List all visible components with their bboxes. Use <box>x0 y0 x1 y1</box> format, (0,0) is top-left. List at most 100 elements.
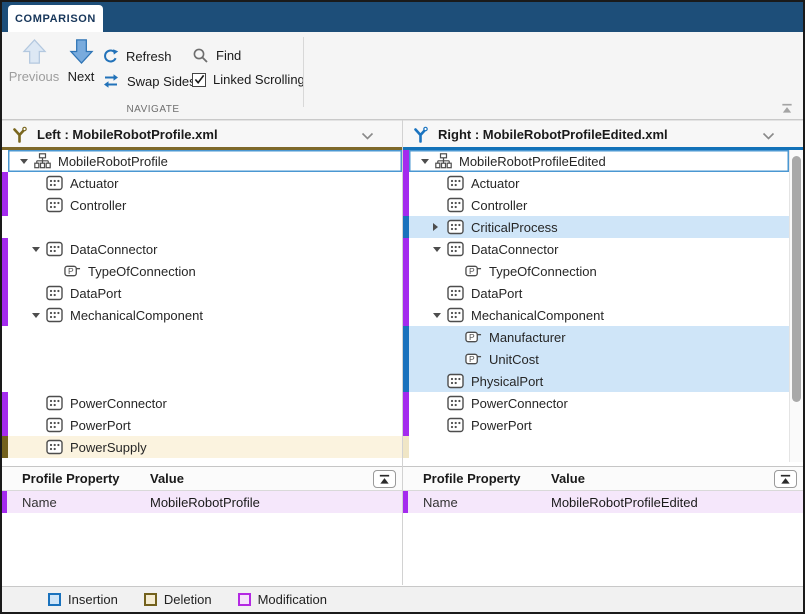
expander-icon[interactable] <box>421 154 435 168</box>
stereotype-icon <box>46 395 63 411</box>
tree-gap-row-deletion <box>409 436 789 458</box>
chevron-down-icon[interactable] <box>762 132 775 140</box>
toolbar-collapse-icon[interactable] <box>779 102 795 115</box>
tree-item[interactable]: Actuator <box>8 172 402 194</box>
tree-item-label: DataConnector <box>70 242 157 257</box>
tree-item-label: PowerPort <box>471 418 532 433</box>
tree-item-deleted[interactable]: PowerSupply <box>8 436 402 458</box>
tree-item[interactable]: DataConnector <box>409 238 789 260</box>
tree-item[interactable]: TypeOfConnection <box>8 260 402 282</box>
left-file-header[interactable]: Left : MobileRobotProfile.xml <box>2 120 402 150</box>
tree-item-inserted[interactable]: CriticalProcess <box>409 216 789 238</box>
tree-item[interactable]: PowerConnector <box>409 392 789 414</box>
legend-modification-label: Modification <box>258 592 327 607</box>
property-name-cell: Name <box>403 495 551 510</box>
arrow-down-icon <box>68 38 95 65</box>
tree-item-label: Manufacturer <box>489 330 566 345</box>
tree-item[interactable]: MechanicalComponent <box>8 304 402 326</box>
right-property-table: Profile Property Value Name MobileRobotP… <box>403 466 803 585</box>
expander-icon[interactable] <box>32 308 46 322</box>
checkbox-checked-icon[interactable] <box>192 73 206 87</box>
column-header-value: Value <box>551 471 585 486</box>
expander-icon[interactable] <box>20 154 34 168</box>
tree-item[interactable]: DataPort <box>409 282 789 304</box>
tree-item[interactable]: PowerPort <box>8 414 402 436</box>
swap-sides-label: Swap Sides <box>127 74 196 89</box>
tree-item[interactable]: MechanicalComponent <box>409 304 789 326</box>
tree-item[interactable]: DataConnector <box>8 238 402 260</box>
modification-swatch-icon <box>238 593 251 606</box>
tree-item-inserted[interactable]: Manufacturer <box>409 326 789 348</box>
tree-item-label: PowerConnector <box>70 396 167 411</box>
tree-gap-row <box>8 370 402 392</box>
stereotype-icon <box>46 241 63 257</box>
legend-insertion: Insertion <box>48 592 118 607</box>
tree-item[interactable]: PowerConnector <box>8 392 402 414</box>
column-header-property: Profile Property <box>2 471 150 486</box>
collapse-table-button[interactable] <box>373 470 396 488</box>
swap-icon <box>102 73 120 89</box>
tree-item-label: PowerSupply <box>70 440 147 455</box>
expander-icon[interactable] <box>433 242 447 256</box>
tree-item-label: PowerPort <box>70 418 131 433</box>
column-header-value: Value <box>150 471 184 486</box>
find-button[interactable]: Find <box>192 47 241 64</box>
deletion-swatch-icon <box>144 593 157 606</box>
tree-item-label: MobileRobotProfileEdited <box>459 154 606 169</box>
expander-icon[interactable] <box>433 220 447 234</box>
chevron-down-icon[interactable] <box>361 132 374 140</box>
property-icon <box>64 263 81 279</box>
tree-item[interactable]: Controller <box>409 194 789 216</box>
tree-item[interactable]: Actuator <box>409 172 789 194</box>
table-header: Profile Property Value <box>2 466 402 491</box>
tree-gap-row <box>8 326 402 348</box>
expander-icon[interactable] <box>32 242 46 256</box>
title-tab-strip: COMPARISON <box>2 2 803 32</box>
tree-item[interactable]: DataPort <box>8 282 402 304</box>
tree-item-label: CriticalProcess <box>471 220 558 235</box>
legend-bar: Insertion Deletion Modification <box>2 586 803 612</box>
tree-item[interactable]: TypeOfConnection <box>409 260 789 282</box>
navigate-group-label: NAVIGATE <box>2 104 304 115</box>
tab-comparison[interactable]: COMPARISON <box>8 5 103 32</box>
tree-item-root[interactable]: MobileRobotProfileEdited <box>409 150 789 172</box>
tree-item[interactable]: PowerPort <box>409 414 789 436</box>
vertical-scrollbar[interactable] <box>789 150 803 462</box>
stereotype-icon <box>447 219 464 235</box>
tree-item[interactable]: Controller <box>8 194 402 216</box>
table-row[interactable]: Name MobileRobotProfileEdited <box>403 491 803 513</box>
legend-insertion-label: Insertion <box>68 592 118 607</box>
tree-item-label: PhysicalPort <box>471 374 543 389</box>
stereotype-icon <box>46 307 63 323</box>
refresh-button[interactable]: Refresh <box>102 48 172 65</box>
next-label: Next <box>68 69 95 84</box>
collapse-to-top-icon <box>378 473 391 486</box>
next-button[interactable]: Next <box>62 38 100 84</box>
swap-sides-button[interactable]: Swap Sides <box>102 73 196 89</box>
column-header-property: Profile Property <box>403 471 551 486</box>
tree-item-label: MechanicalComponent <box>471 308 604 323</box>
scrollbar-thumb[interactable] <box>792 156 801 402</box>
arrow-up-icon <box>21 38 48 65</box>
stereotype-icon <box>447 285 464 301</box>
property-icon <box>465 263 482 279</box>
right-file-header[interactable]: Right : MobileRobotProfileEdited.xml <box>403 120 803 150</box>
linked-scrolling-label: Linked Scrolling <box>213 72 305 87</box>
tree-item-root[interactable]: MobileRobotProfile <box>8 150 402 172</box>
tree-item-inserted[interactable]: UnitCost <box>409 348 789 370</box>
property-icon <box>465 329 482 345</box>
profile-icon <box>34 153 51 169</box>
collapse-table-button[interactable] <box>774 470 797 488</box>
linked-scrolling-checkbox[interactable]: Linked Scrolling <box>192 72 305 87</box>
tree-item-inserted[interactable]: PhysicalPort <box>409 370 789 392</box>
tree-item-label: Controller <box>70 198 126 213</box>
legend-deletion: Deletion <box>144 592 212 607</box>
tree-gap-row <box>8 348 402 370</box>
property-value-cell: MobileRobotProfile <box>150 495 260 510</box>
stereotype-icon <box>46 285 63 301</box>
previous-button[interactable]: Previous <box>8 38 60 84</box>
stereotype-icon <box>447 175 464 191</box>
table-row[interactable]: Name MobileRobotProfile <box>2 491 402 513</box>
refresh-icon <box>102 48 119 65</box>
expander-icon[interactable] <box>433 308 447 322</box>
